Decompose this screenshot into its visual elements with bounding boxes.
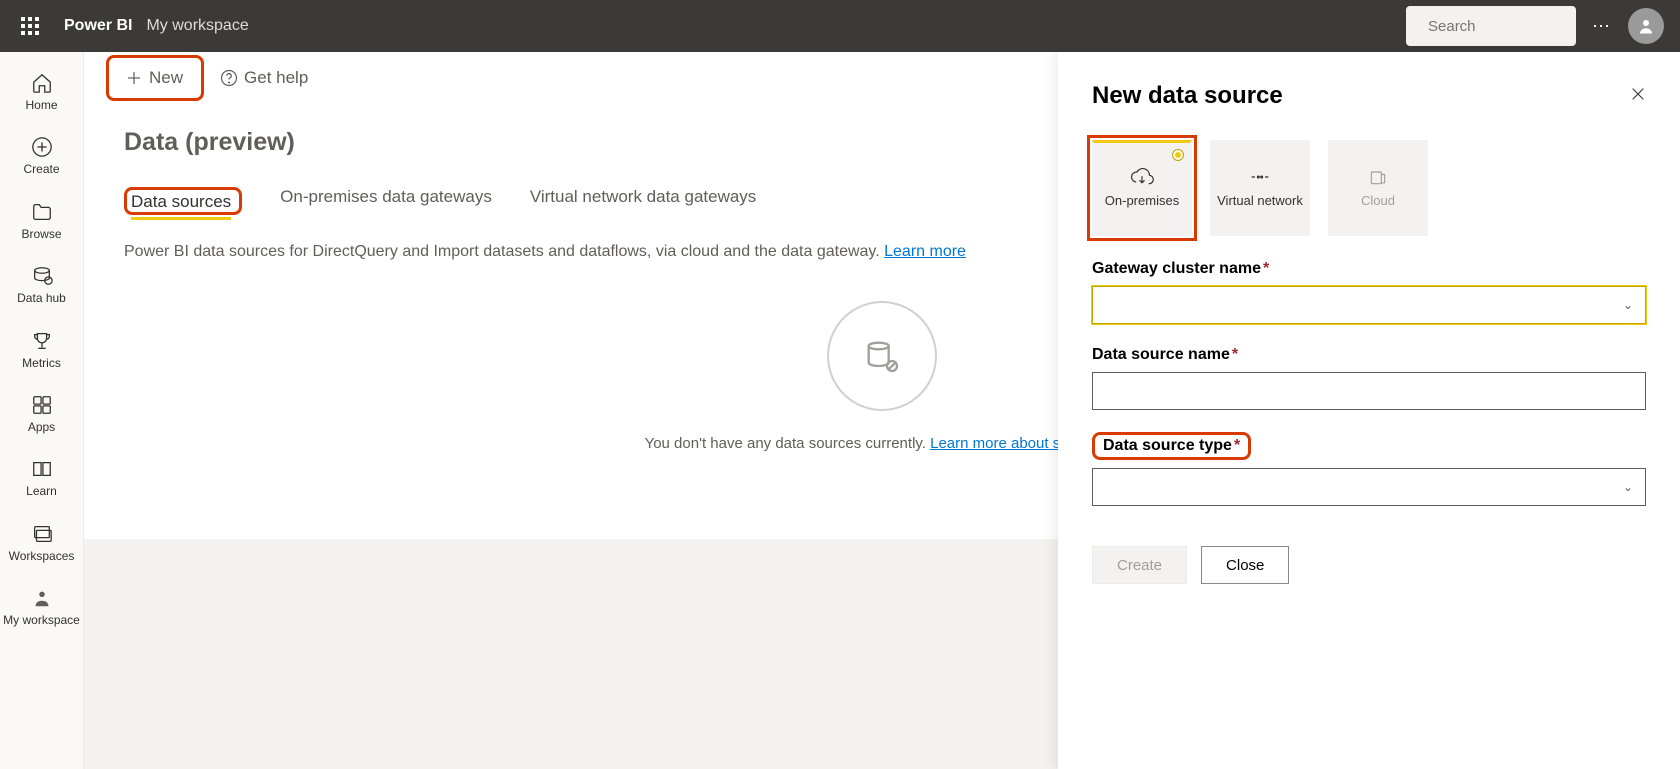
- app-launcher-icon[interactable]: [16, 12, 44, 40]
- data-source-name-input[interactable]: [1092, 372, 1646, 410]
- plus-icon: [125, 69, 143, 87]
- data-hub-icon: [31, 265, 53, 287]
- type-cloud[interactable]: Cloud: [1328, 140, 1428, 236]
- highlight-tab-data-sources: Data sources: [124, 187, 242, 215]
- nav-apps[interactable]: Apps: [0, 384, 83, 448]
- avatar[interactable]: [1628, 8, 1664, 44]
- gateway-cluster-dropdown[interactable]: ⌄: [1092, 286, 1646, 324]
- nav-my-workspace-label: My workspace: [3, 613, 80, 627]
- field-data-source-name: Data source name*: [1092, 346, 1646, 410]
- folder-icon: [31, 201, 53, 223]
- nav-metrics-label: Metrics: [22, 356, 61, 370]
- help-icon: [220, 69, 238, 87]
- nav-browse-label: Browse: [21, 227, 61, 241]
- cloud-sync-icon: [1128, 167, 1156, 187]
- nav-create-label: Create: [23, 162, 59, 176]
- data-source-type-dropdown[interactable]: ⌄: [1092, 468, 1646, 506]
- type-virtual-network[interactable]: Virtual network: [1210, 140, 1310, 236]
- highlight-new: New: [106, 55, 204, 101]
- type-on-premises[interactable]: On-premises: [1092, 140, 1192, 236]
- close-icon: [1630, 86, 1646, 102]
- panel-header: New data source: [1092, 82, 1646, 110]
- chevron-down-icon: ⌄: [1623, 480, 1633, 494]
- nav-workspaces-label: Workspaces: [9, 549, 75, 563]
- empty-text-main: You don't have any data sources currentl…: [645, 435, 931, 452]
- nav-data-hub[interactable]: Data hub: [0, 255, 83, 319]
- nav-browse[interactable]: Browse: [0, 191, 83, 255]
- nav-apps-label: Apps: [28, 420, 55, 434]
- new-button-label: New: [149, 68, 183, 88]
- plus-circle-icon: [31, 136, 53, 158]
- nav-create[interactable]: Create: [0, 126, 83, 190]
- new-button[interactable]: New: [111, 58, 197, 98]
- person-icon: [1637, 17, 1655, 35]
- highlight-data-source-type: Data source type*: [1092, 432, 1251, 460]
- nav-home-label: Home: [25, 98, 57, 112]
- book-icon: [31, 458, 53, 480]
- search-box[interactable]: [1406, 6, 1576, 46]
- home-icon: [31, 72, 53, 94]
- new-data-source-panel: New data source On-premises Virtual netw…: [1058, 52, 1680, 769]
- tab-on-premises[interactable]: On-premises data gateways: [280, 187, 492, 215]
- nav-learn[interactable]: Learn: [0, 448, 83, 512]
- cloud-icon: [1364, 167, 1392, 187]
- person-icon: [31, 587, 53, 609]
- trophy-icon: [31, 330, 53, 352]
- description-text: Power BI data sources for DirectQuery an…: [124, 243, 884, 260]
- nav-metrics[interactable]: Metrics: [0, 320, 83, 384]
- type-on-premises-label: On-premises: [1105, 193, 1179, 209]
- tab-virtual-network[interactable]: Virtual network data gateways: [530, 187, 756, 215]
- type-virtual-network-label: Virtual network: [1217, 193, 1303, 209]
- more-icon[interactable]: ⋯: [1592, 16, 1612, 37]
- empty-state-text: You don't have any data sources currentl…: [645, 435, 1120, 452]
- learn-more-link[interactable]: Learn more: [884, 243, 966, 260]
- nav-data-hub-label: Data hub: [17, 291, 66, 305]
- field-data-source-type: Data source type* ⌄: [1092, 432, 1646, 506]
- brand-title: Power BI: [64, 17, 132, 35]
- nav-learn-label: Learn: [26, 484, 57, 498]
- get-help-link[interactable]: Get help: [220, 68, 308, 88]
- network-icon: [1246, 167, 1274, 187]
- apps-icon: [31, 394, 53, 416]
- panel-title: New data source: [1092, 82, 1283, 110]
- workspaces-icon: [31, 523, 53, 545]
- gateway-cluster-label: Gateway cluster name*: [1092, 260, 1646, 278]
- source-type-cards: On-premises Virtual network Cloud: [1092, 140, 1646, 236]
- get-help-label: Get help: [244, 68, 308, 88]
- field-gateway-cluster: Gateway cluster name* ⌄: [1092, 260, 1646, 324]
- chevron-down-icon: ⌄: [1623, 298, 1633, 312]
- data-source-name-label: Data source name*: [1092, 346, 1646, 364]
- selected-indicator-icon: [1172, 149, 1184, 161]
- close-button-action[interactable]: Close: [1201, 546, 1289, 584]
- left-nav: Home Create Browse Data hub Metrics Apps…: [0, 52, 84, 769]
- create-button[interactable]: Create: [1092, 546, 1187, 584]
- nav-my-workspace[interactable]: My workspace: [0, 577, 83, 641]
- workspace-title: My workspace: [146, 17, 248, 35]
- tab-data-sources[interactable]: Data sources: [131, 192, 231, 220]
- empty-state-icon: [827, 301, 937, 411]
- top-bar: Power BI My workspace ⋯: [0, 0, 1680, 52]
- nav-home[interactable]: Home: [0, 62, 83, 126]
- type-cloud-label: Cloud: [1361, 193, 1395, 209]
- nav-workspaces[interactable]: Workspaces: [0, 513, 83, 577]
- close-button[interactable]: [1630, 86, 1646, 107]
- panel-actions: Create Close: [1092, 546, 1646, 584]
- data-source-type-label: Data source type*: [1103, 437, 1240, 455]
